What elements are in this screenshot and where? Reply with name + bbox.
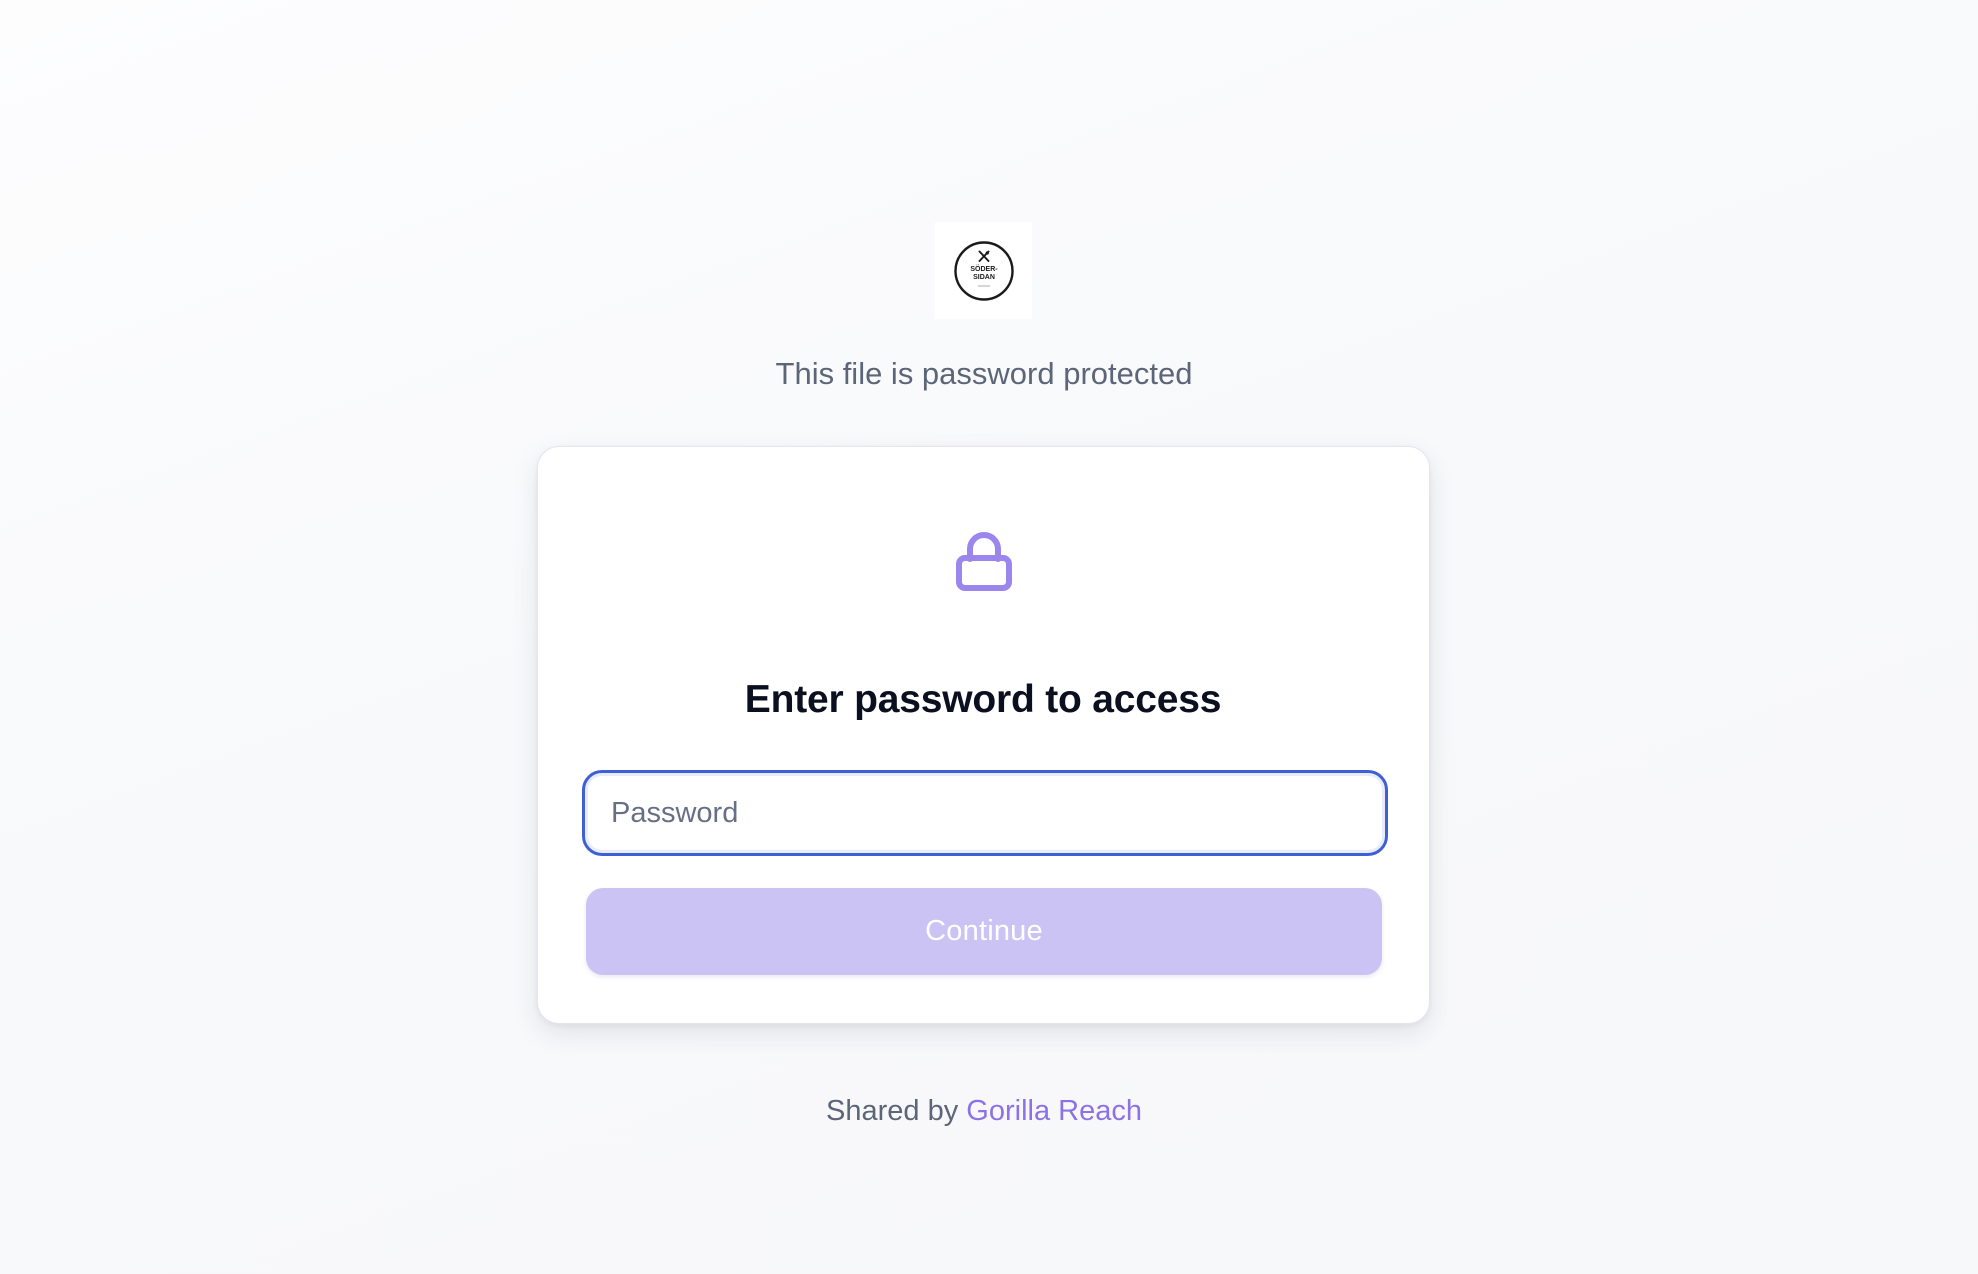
owner-link[interactable]: Gorilla Reach: [966, 1095, 1142, 1127]
logo-text-line1: SÖDER-: [970, 264, 998, 273]
shared-by-footer: Shared by Gorilla Reach: [0, 1092, 1968, 1130]
lock-icon: [956, 532, 1012, 591]
continue-button[interactable]: Continue: [586, 888, 1382, 975]
card-title: Enter password to access: [744, 678, 1222, 721]
brand-logo: SÖDER- SIDAN: [935, 222, 1032, 319]
logo-text-line2: SIDAN: [973, 274, 995, 281]
password-input[interactable]: [582, 770, 1388, 856]
protected-notice: This file is password protected: [775, 356, 1193, 391]
soder-sidan-logo: SÖDER- SIDAN: [953, 240, 1014, 301]
shared-by-label: Shared by: [826, 1095, 959, 1127]
password-card: Enter password to access Continue: [537, 446, 1430, 1024]
